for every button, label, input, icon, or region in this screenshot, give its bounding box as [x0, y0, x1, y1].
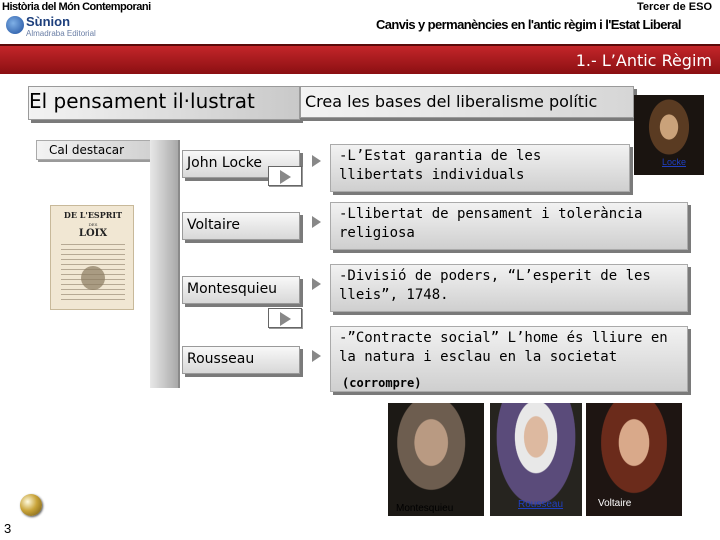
bullet-arrow-icon: [310, 155, 322, 167]
section-bar: 1.- L’Antic Règim: [0, 44, 720, 74]
subheading: Crea les bases del liberalisme polític: [305, 92, 598, 111]
thinker-voltaire-box: Voltaire: [182, 212, 300, 240]
main-heading-box: El pensament il·lustrat: [28, 86, 300, 120]
play-arrow-icon[interactable]: [268, 166, 302, 186]
thinker-desc: -Llibertat de pensament i tolerància rel…: [339, 206, 643, 241]
top-header: Història del Món Contemporani Tercer de …: [0, 0, 720, 40]
thinker-voltaire-desc-box: -Llibertat de pensament i tolerància rel…: [330, 202, 688, 250]
thinker-name: Voltaire: [187, 217, 240, 233]
logo-subtitle: Almadraba Editorial: [26, 29, 96, 38]
section-title: 1.- L’Antic Règim: [575, 51, 712, 70]
thinker-desc: -Divisió de poders, “L’esperit de les ll…: [339, 268, 651, 303]
book-des: DES: [88, 222, 98, 227]
navigation-orb-icon[interactable]: [20, 494, 42, 516]
course-title: Història del Món Contemporani: [2, 1, 151, 13]
thinker-desc: -”Contracte social” L’home és lliure en …: [339, 330, 668, 365]
publisher-logo: Sùnion Almadraba Editorial: [6, 14, 96, 40]
logo-globe-icon: [6, 16, 24, 34]
thinker-name: John Locke: [187, 155, 262, 171]
bullet-arrow-icon: [310, 278, 322, 290]
book-title: DE L'ESPRIT: [63, 210, 123, 220]
book-emblem: [81, 266, 105, 290]
thinker-montesquieu-desc-box: -Divisió de poders, “L’esperit de les ll…: [330, 264, 688, 312]
locke-link[interactable]: Locke: [662, 157, 686, 167]
bullet-arrow-icon: [310, 216, 322, 228]
montesquieu-caption: Montesquieu: [396, 503, 454, 514]
page-number: 3: [4, 521, 12, 536]
corrompre-note: (corrompre): [342, 376, 422, 390]
montesquieu-portrait: [388, 403, 484, 516]
rousseau-link[interactable]: Rousseau: [518, 499, 563, 510]
book-cover-image: DE L'ESPRIT DES LOIX: [50, 205, 134, 310]
cal-destacar-label: Cal destacar: [49, 143, 125, 157]
thinker-rousseau-box: Rousseau: [182, 346, 300, 374]
thinker-montesquieu-box: Montesquieu: [182, 276, 300, 304]
voltaire-caption: Voltaire: [598, 498, 632, 509]
logo-name: Sùnion: [26, 14, 71, 29]
play-arrow-icon[interactable]: [268, 308, 302, 328]
thinker-locke-desc-box: -L’Estat garantia de les llibertats indi…: [330, 144, 630, 192]
thinker-name: Rousseau: [187, 351, 255, 367]
thinker-name: Montesquieu: [187, 281, 278, 297]
grade-title: Tercer de ESO: [637, 1, 712, 13]
main-heading: El pensament il·lustrat: [29, 89, 255, 113]
thinker-desc: -L’Estat garantia de les llibertats indi…: [339, 148, 542, 183]
bullet-arrow-icon: [310, 350, 322, 362]
book-loix: LOIX: [78, 228, 108, 239]
cal-destacar-box: Cal destacar: [36, 140, 156, 160]
vertical-connector: [150, 140, 180, 388]
unit-subtitle: Canvis y permanències en l'antic règim i…: [376, 17, 682, 32]
subheading-box: Crea les bases del liberalisme polític: [300, 86, 634, 118]
